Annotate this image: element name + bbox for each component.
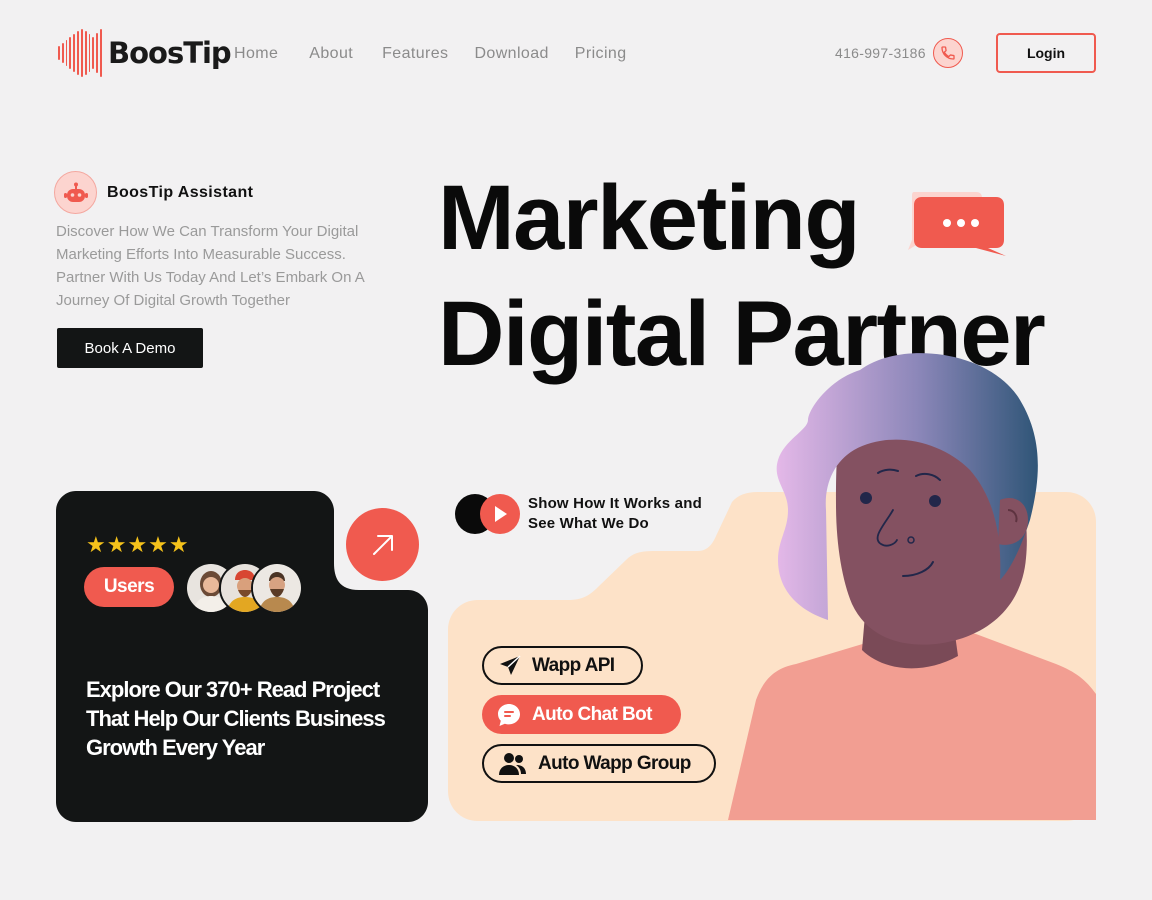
phone-contact[interactable]: 416-997-3186: [835, 38, 963, 68]
chat-bubble-icon: [908, 190, 1008, 263]
headline-line-1: Marketing: [438, 167, 861, 269]
play-video-button[interactable]: [455, 494, 521, 534]
phone-number: 416-997-3186: [835, 45, 926, 61]
brand-logo[interactable]: BoosTip: [58, 28, 232, 78]
feature-pill-label: Wapp API: [532, 654, 615, 676]
assistant-title: BoosTip Assistant: [107, 183, 254, 201]
how-it-works-text: Show How It Works and See What We Do: [528, 494, 702, 534]
avatar-group: [185, 562, 305, 614]
star-rating: ★★★★★: [86, 532, 190, 557]
brand-name: BoosTip: [108, 36, 232, 70]
how-it-works-line-1: Show How It Works and: [528, 495, 702, 512]
how-it-works-line-2: See What We Do: [528, 515, 649, 532]
feature-pill-label: Auto Chat Bot: [532, 703, 653, 725]
avatar: [251, 562, 303, 614]
feature-pill-wapp-api[interactable]: Wapp API: [482, 646, 643, 685]
send-icon: [500, 654, 521, 675]
robot-icon: [54, 171, 97, 214]
nav-item-about[interactable]: About: [309, 45, 353, 63]
phone-icon[interactable]: [932, 38, 963, 68]
feature-pill-label: Auto Wapp Group: [538, 752, 691, 774]
assistant-header: BoosTip Assistant: [54, 171, 253, 214]
person-illustration: [728, 350, 1096, 827]
landing-page: BoosTip Home About Features Download Pri…: [0, 0, 1152, 900]
feature-pill-auto-chat-bot[interactable]: Auto Chat Bot: [482, 695, 681, 734]
book-demo-button[interactable]: Book A Demo: [57, 328, 203, 368]
feature-pill-auto-wapp-group[interactable]: Auto Wapp Group: [482, 744, 716, 783]
chat-icon: [498, 703, 520, 726]
logo-wave-icon: [58, 28, 102, 78]
main-nav: Home About Features Download Pricing: [234, 45, 627, 63]
group-icon: [499, 752, 526, 775]
stats-card-text: Explore Our 370+ Read Project That Help …: [86, 677, 386, 760]
nav-item-features[interactable]: Features: [382, 45, 448, 63]
nav-item-home[interactable]: Home: [234, 45, 278, 63]
arrow-up-right-icon[interactable]: [346, 508, 419, 581]
hero-description: Discover How We Can Transform Your Digit…: [56, 223, 364, 309]
login-button[interactable]: Login: [996, 33, 1096, 73]
users-badge: Users: [84, 567, 174, 607]
nav-item-pricing[interactable]: Pricing: [575, 45, 627, 63]
nav-item-download[interactable]: Download: [474, 45, 548, 63]
